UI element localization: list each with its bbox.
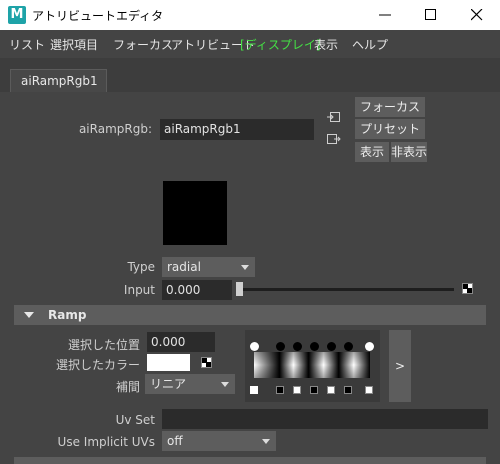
interpolation-value: リニア xyxy=(150,377,187,391)
selected-color-label: 選択したカラー xyxy=(55,358,140,372)
map-color-icon[interactable] xyxy=(201,357,212,368)
ramp-gradient xyxy=(254,352,370,378)
texture-swatch[interactable] xyxy=(163,181,227,245)
ramp-editor[interactable] xyxy=(245,330,380,402)
selected-color-swatch[interactable] xyxy=(147,354,190,371)
menu-help[interactable]: ヘルプ xyxy=(352,36,388,53)
focus-button[interactable]: フォーカス xyxy=(355,97,425,117)
menu-focus[interactable]: フォーカス xyxy=(113,36,173,53)
ramp-expand-button[interactable]: > xyxy=(389,330,411,402)
window-title: アトリビュートエディタ xyxy=(32,9,164,23)
minimize-button[interactable] xyxy=(362,0,408,30)
maximize-button[interactable] xyxy=(408,0,454,30)
close-button[interactable] xyxy=(454,0,500,30)
interpolation-label: 補間 xyxy=(115,380,140,394)
uvset-field[interactable] xyxy=(162,409,488,429)
menu-display[interactable]: [ディスプレイ] xyxy=(240,36,321,53)
ramp-stop-delete-icon[interactable] xyxy=(365,386,373,394)
chevron-down-icon xyxy=(221,382,229,387)
ramp-stop-handle[interactable] xyxy=(250,342,259,351)
tab-strip: aiRampRgb1 xyxy=(0,58,500,92)
ramp-section-header[interactable]: Ramp xyxy=(14,305,486,325)
menu-list[interactable]: リスト xyxy=(9,36,45,53)
ramp-section-title: Ramp xyxy=(48,308,87,322)
ramp-stop-handle[interactable] xyxy=(365,342,374,351)
ramp-stop-handle[interactable] xyxy=(293,342,302,351)
ramp-stop-handle[interactable] xyxy=(276,342,285,351)
ramp-stop-handle[interactable] xyxy=(310,342,319,351)
ramp-stop-square[interactable] xyxy=(310,386,318,394)
chevron-down-icon xyxy=(262,439,270,444)
interpolation-dropdown[interactable]: リニア xyxy=(145,374,235,394)
show-button[interactable]: 表示 xyxy=(355,142,389,162)
maya-app-icon: M xyxy=(8,6,26,24)
maximize-icon xyxy=(425,9,436,20)
preset-button[interactable]: プリセット xyxy=(355,119,425,139)
next-section-header[interactable] xyxy=(14,457,486,464)
ramp-stop-square[interactable] xyxy=(250,386,258,394)
ramp-stop-square[interactable] xyxy=(344,386,352,394)
minimize-icon xyxy=(379,14,391,16)
input-slider-track[interactable] xyxy=(236,288,454,291)
title-bar: M アトリビュートエディタ xyxy=(0,0,500,30)
tab-airamprgb1[interactable]: aiRampRgb1 xyxy=(10,69,107,92)
ramp-stop-handle[interactable] xyxy=(327,342,336,351)
type-label: Type xyxy=(127,260,155,274)
close-icon xyxy=(471,9,483,21)
input-field[interactable]: 0.000 xyxy=(162,280,232,300)
selected-position-label: 選択した位置 xyxy=(67,338,140,352)
ramp-stop-delete-icon[interactable] xyxy=(293,386,301,394)
ramp-stop-handle[interactable] xyxy=(344,342,353,351)
use-implicit-uvs-dropdown[interactable]: off xyxy=(162,431,276,451)
input-label: Input xyxy=(123,283,155,297)
use-implicit-uvs-label: Use Implicit UVs xyxy=(57,435,155,449)
node-name-label: aiRampRgb: xyxy=(78,122,152,136)
menu-selected[interactable]: 選択項目 xyxy=(50,36,98,53)
node-name-field[interactable]: aiRampRgb1 xyxy=(160,119,314,140)
ramp-stop-delete-icon[interactable] xyxy=(327,386,335,394)
input-slider-handle[interactable] xyxy=(236,282,243,296)
output-connection-icon[interactable] xyxy=(327,133,341,145)
selected-position-field[interactable]: 0.000 xyxy=(147,332,215,352)
use-implicit-uvs-value: off xyxy=(167,434,183,448)
collapse-triangle-icon xyxy=(24,312,34,318)
map-texture-icon[interactable] xyxy=(462,283,473,294)
menu-show[interactable]: 表示 xyxy=(314,36,338,53)
type-value: radial xyxy=(167,260,201,274)
input-connection-icon[interactable] xyxy=(327,111,341,123)
chevron-down-icon xyxy=(241,265,249,270)
ramp-stop-square[interactable] xyxy=(276,386,284,394)
hide-button[interactable]: 非表示 xyxy=(391,142,427,162)
menu-bar: リスト 選択項目 フォーカス アトリビュート [ディスプレイ] 表示 ヘルプ xyxy=(0,30,500,58)
uvset-label: Uv Set xyxy=(115,413,155,427)
type-dropdown[interactable]: radial xyxy=(162,257,255,277)
